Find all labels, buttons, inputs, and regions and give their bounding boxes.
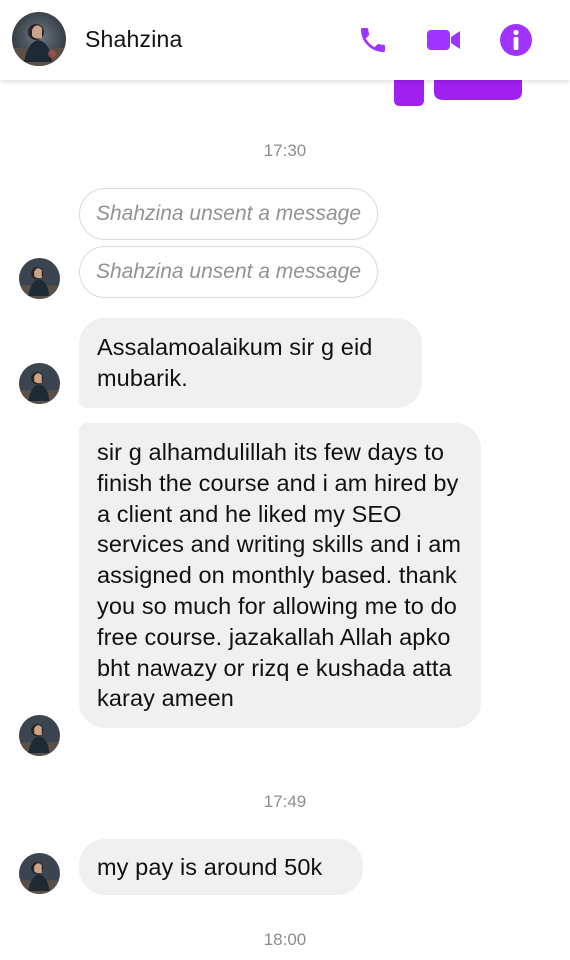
timestamp: 17:30 <box>263 141 307 160</box>
info-button[interactable] <box>498 22 534 58</box>
unsent-message-notice: Shahzina unsent a message <box>79 246 379 298</box>
sender-avatar[interactable] <box>19 258 60 299</box>
contact-name[interactable]: Shahzina <box>85 26 183 53</box>
message-bubble[interactable]: sir g alhamdulillah its few days to fini… <box>79 423 481 729</box>
video-call-button[interactable] <box>426 22 462 58</box>
chat-header: Shahzina <box>0 0 570 80</box>
phone-icon <box>361 28 385 52</box>
contact-avatar[interactable] <box>12 12 66 66</box>
info-icon <box>500 24 532 56</box>
message-bubble[interactable]: Assalamoalaikum sir g eid mubarik. <box>79 318 422 408</box>
video-camera-icon <box>427 30 460 50</box>
phone-call-button[interactable] <box>355 22 391 58</box>
sender-avatar[interactable] <box>19 363 60 404</box>
sender-avatar[interactable] <box>19 715 60 756</box>
sent-sticker-fragment[interactable] <box>390 80 530 108</box>
conversation-screen: Shahzina 17:30 Shahzina unsent a message… <box>0 0 570 960</box>
unsent-message-notice: Shahzina unsent a message <box>79 188 379 240</box>
timestamp: 17:49 <box>263 792 307 811</box>
timestamp: 18:00 <box>263 930 307 949</box>
sender-avatar[interactable] <box>19 853 60 894</box>
message-bubble[interactable]: my pay is around 50k <box>79 839 363 895</box>
